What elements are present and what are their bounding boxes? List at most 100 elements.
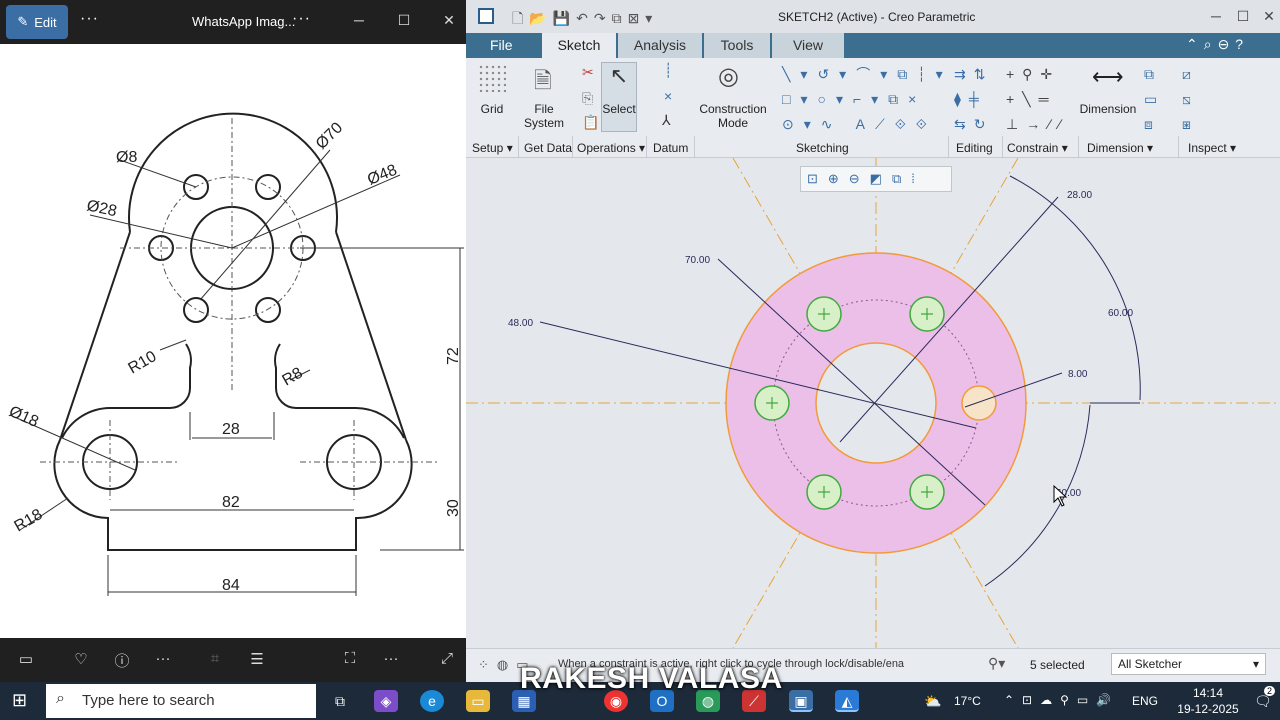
more-icon[interactable]: ··· [152, 650, 174, 667]
center-bore-circle[interactable] [815, 342, 937, 464]
sketch-dim-28[interactable]: 28.00 [1067, 190, 1092, 201]
clock-date[interactable]: 19-12-2025 [1170, 702, 1246, 716]
sketch-dim-60-top[interactable]: 60.00 [1108, 308, 1133, 319]
group-operations[interactable]: Operations ▾ [577, 138, 645, 158]
tab-analysis[interactable]: Analysis [618, 33, 702, 58]
select-button[interactable]: ↖ [601, 62, 637, 132]
close-icon[interactable]: ✕ [434, 12, 464, 29]
system-tray: ⛅ 17°C ⌃⊡☁⚲▭🔊 ENG 14:14 19-12-2025 🗨 2 [920, 682, 1280, 720]
group-inspect[interactable]: Inspect ▾ [1188, 138, 1236, 158]
sketch-dim-48[interactable]: 48.00 [508, 318, 533, 329]
quick-access-toolbar[interactable]: 🗋📂💾↶↷⧉⊠▾ [512, 8, 658, 32]
file-system-icon[interactable]: 🗎 [534, 64, 552, 102]
help-search-icons[interactable]: ⌃⌕⊖? [1186, 36, 1249, 53]
windows-start-icon[interactable]: ⊞ [12, 690, 27, 711]
selected-hole-circle[interactable] [961, 385, 997, 421]
creo-minimize-icon[interactable]: ─ [1201, 8, 1231, 24]
ribbon-separator [1178, 136, 1179, 158]
sketch-dim-70[interactable]: 70.00 [685, 255, 710, 266]
bottom-more-icon[interactable]: ··· [380, 650, 402, 667]
datum-point-icon[interactable]: × [664, 88, 672, 104]
dimension-label[interactable]: Dimension [1078, 102, 1138, 116]
fit-screen-icon[interactable]: ⛶ [339, 650, 361, 667]
search-icon: ⌕ [56, 690, 65, 707]
group-dimension[interactable]: Dimension ▾ [1087, 138, 1153, 158]
dim-phi48: Ø48 [365, 162, 400, 189]
dim-72: 72 [445, 347, 462, 365]
tray-icons[interactable]: ⌃⊡☁⚲▭🔊 [1004, 693, 1119, 707]
ribbon-separator [1078, 136, 1079, 158]
text-scan-icon[interactable]: ☰ [246, 650, 268, 668]
file-system-label-1[interactable]: File [524, 102, 564, 116]
group-constrain[interactable]: Constrain ▾ [1007, 138, 1068, 158]
maximize-icon[interactable]: ☐ [389, 12, 419, 29]
sketch-tools-grid[interactable]: ╲▾↺▾⌒▾⧉┆▾ □▾○▾⌐▾⧉× ⊙▾∿ A⟋⟐⟐ [782, 62, 943, 137]
pencil-icon: ✎ [17, 14, 29, 29]
selection-filter-dropdown[interactable]: All Sketcher ▾ [1111, 653, 1266, 675]
grid-label[interactable]: Grid [474, 102, 510, 116]
tab-tools[interactable]: Tools [704, 33, 770, 58]
title-more-icon[interactable]: ··· [292, 10, 311, 28]
group-sketching[interactable]: Sketching [796, 138, 849, 158]
info-icon[interactable]: ⓘ [111, 650, 133, 671]
creo-close-icon[interactable]: ✕ [1254, 8, 1280, 25]
file-explorer-icon[interactable]: ▭ [466, 690, 490, 712]
edit-button[interactable]: ✎ Edit [6, 5, 68, 39]
tab-file[interactable]: File [478, 33, 525, 58]
file-system-label-2[interactable]: System [524, 116, 564, 130]
sketch-svg: 28.00 70.00 48.00 60.00 8.00 60.00 [466, 157, 1280, 649]
group-get-data[interactable]: Get Data [524, 138, 572, 158]
creo-taskbar-icon[interactable]: ▣ [789, 690, 813, 712]
fullscreen-icon[interactable]: ⤢ [436, 650, 458, 667]
copy-icon[interactable]: ⎘ [582, 90, 593, 107]
edit-button-label: Edit [34, 14, 57, 30]
photos-taskbar-icon[interactable]: ◭ [835, 690, 859, 712]
taskbar-search-box[interactable]: ⌕ Type here to search [46, 684, 316, 718]
weather-temp[interactable]: 17°C [954, 694, 981, 708]
dimension-extra-tools[interactable]: ⧉ ▭ ⧈ [1144, 62, 1164, 137]
filmstrip-icon[interactable]: ▭ [15, 650, 37, 668]
ribbon-separator [948, 136, 949, 158]
creo-titlebar: 🗋📂💾↶↷⧉⊠▾ SKETCH2 (Active) - Creo Paramet… [466, 0, 1280, 33]
clock-time[interactable]: 14:14 [1178, 686, 1238, 700]
edge-icon[interactable]: e [420, 690, 444, 712]
editing-tools[interactable]: ⇉⇅ ⧫╪ ⇆↻ [954, 62, 1004, 137]
constrain-tools[interactable]: +⚲✛ +╲═ ⊥→∕∕ [1006, 62, 1086, 137]
construction-label-2[interactable]: Mode [696, 116, 770, 130]
graphics-toolbar[interactable]: ⊡⊕⊖◩⧉⁞ [800, 166, 952, 192]
minimize-icon[interactable]: ─ [344, 12, 374, 28]
select-label[interactable]: Select [601, 102, 637, 116]
construction-label-1[interactable]: Construction [696, 102, 770, 116]
ribbon-separator [1002, 136, 1003, 158]
more-options-icon[interactable]: ··· [80, 10, 99, 28]
filter-binoculars-icon[interactable]: ⚲▾ [988, 655, 1005, 672]
crop-icon: ⌗ [210, 650, 220, 667]
language-indicator[interactable]: ENG [1132, 694, 1158, 708]
weather-icon[interactable]: ⛅ [924, 693, 941, 710]
task-view-icon[interactable]: ⧉ [328, 690, 352, 712]
group-datum[interactable]: Datum [653, 138, 688, 158]
paste-icon: 📋 [582, 114, 600, 130]
tab-sketch[interactable]: Sketch [542, 33, 616, 58]
dimension-icon[interactable]: ⟷ [1092, 64, 1124, 90]
sketch-canvas[interactable]: 28.00 70.00 48.00 60.00 8.00 60.00 ⊡⊕⊖◩⧉… [466, 157, 1280, 649]
favorite-heart-icon[interactable]: ♡ [70, 650, 92, 668]
cut-icon[interactable]: ✂ [582, 64, 594, 81]
datum-csys-icon[interactable]: ⅄ [662, 112, 671, 129]
dim-phi70: Ø70 [313, 119, 346, 152]
dim-r8: R8 [280, 364, 306, 389]
search-placeholder: Type here to search [82, 692, 215, 709]
notification-badge: 2 [1264, 686, 1276, 696]
group-editing[interactable]: Editing [956, 138, 993, 158]
grid-icon[interactable] [478, 64, 506, 92]
construction-mode-icon[interactable]: ◎ [718, 62, 739, 91]
inspect-tools[interactable]: ⧄ ⧅ ⧆ [1182, 62, 1202, 137]
dim-phi28: Ø28 [85, 197, 118, 220]
dim-r18: R18 [12, 506, 46, 535]
dim-r10: R10 [126, 348, 160, 377]
tab-view[interactable]: View [772, 33, 844, 58]
group-setup[interactable]: Setup ▾ [472, 138, 513, 158]
sketch-dim-8[interactable]: 8.00 [1068, 369, 1088, 380]
datum-centerline-icon[interactable]: ┊ [664, 62, 672, 79]
copilot-icon[interactable]: ◈ [374, 690, 398, 712]
